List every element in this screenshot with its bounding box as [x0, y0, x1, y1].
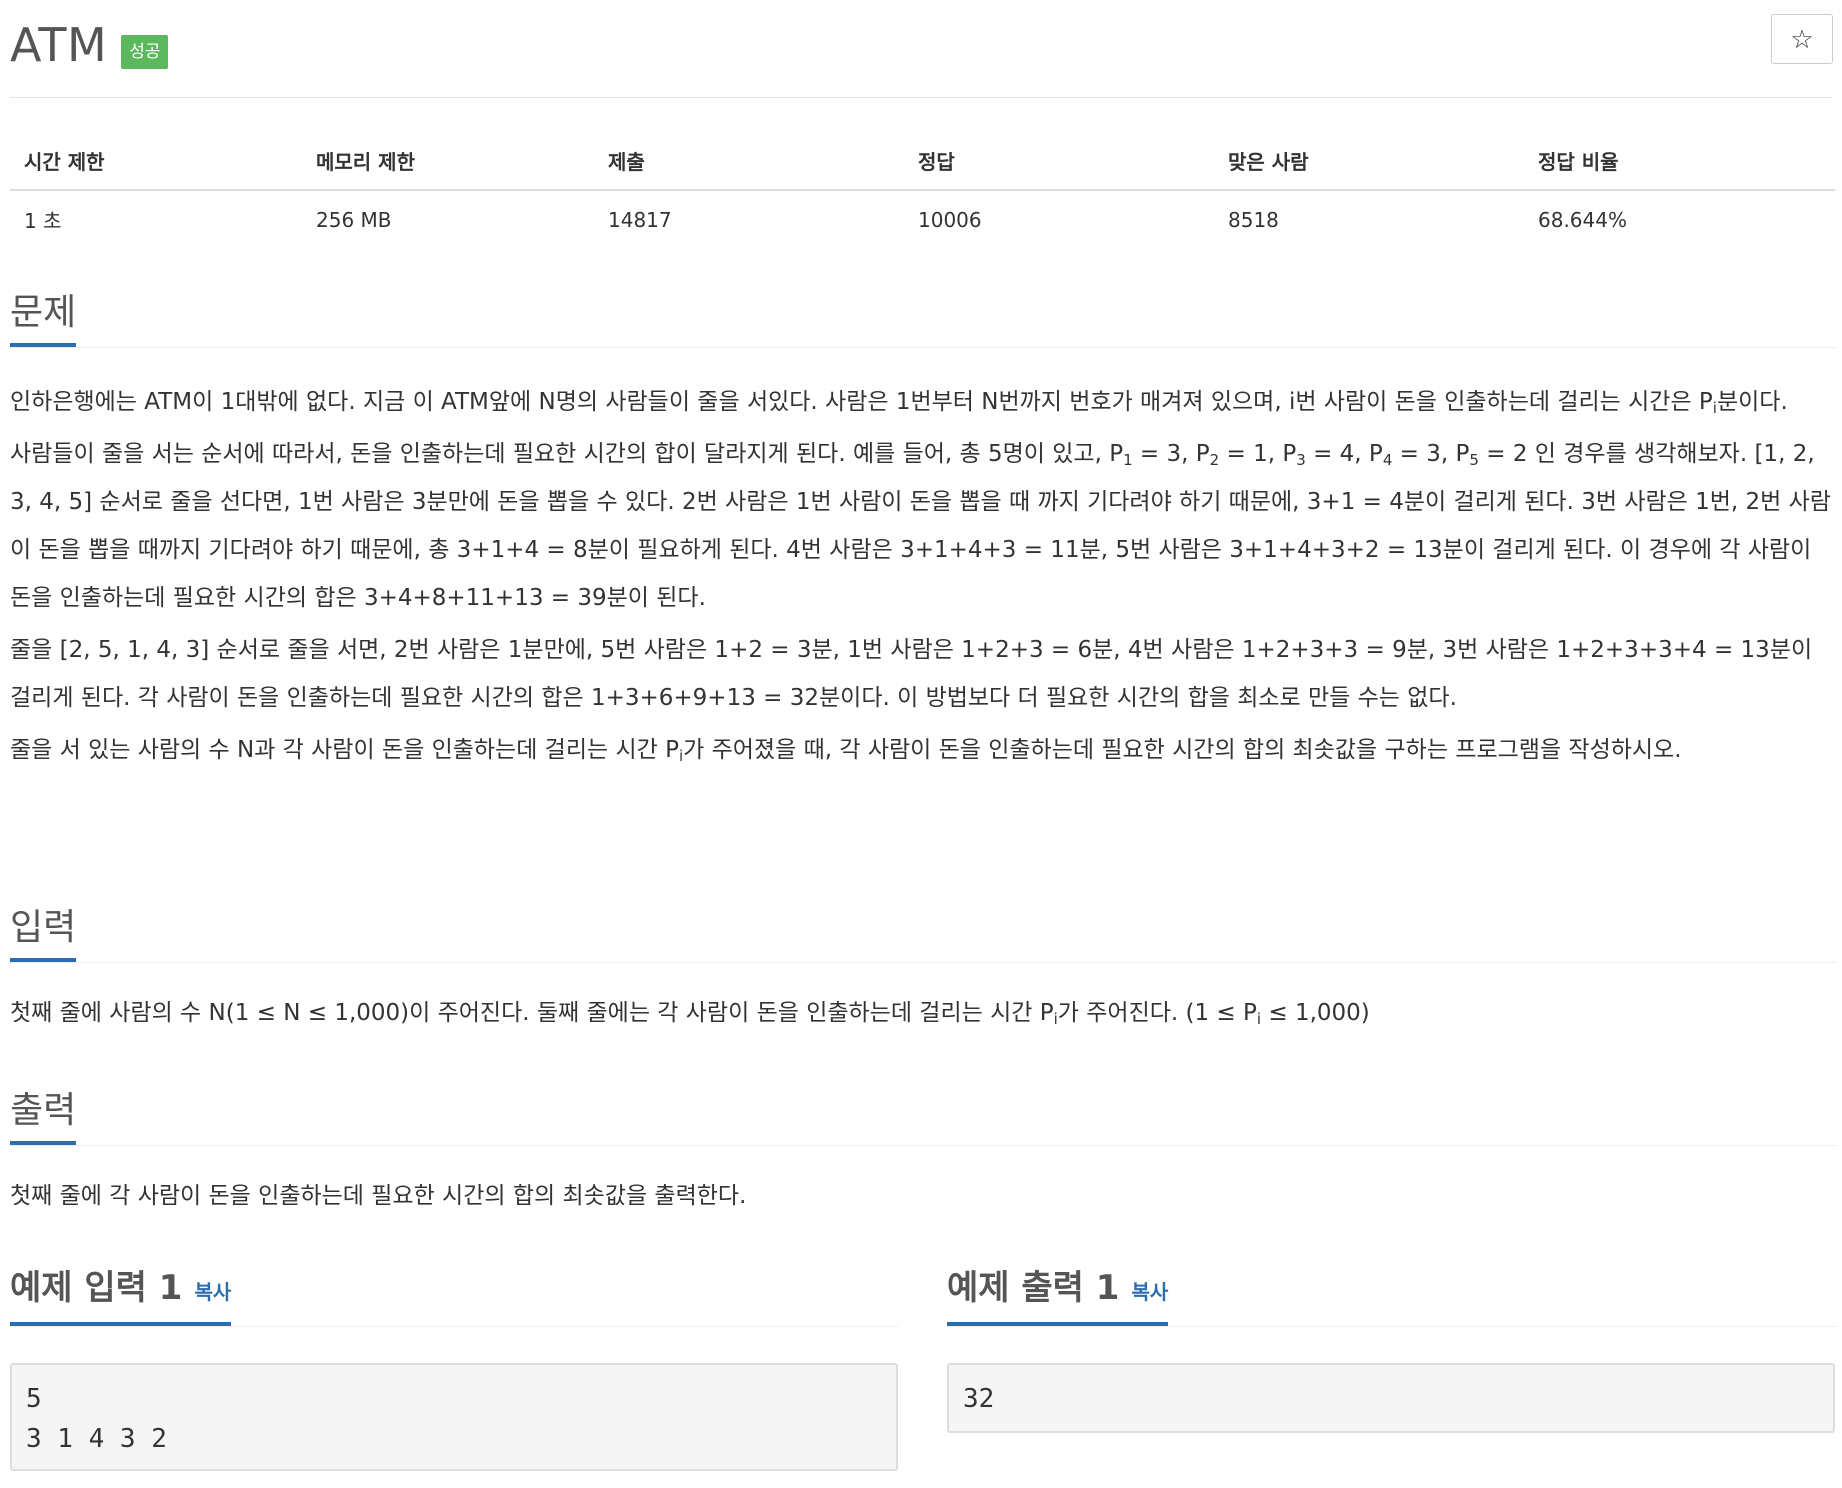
- value-solved-users: 8518: [1228, 207, 1279, 232]
- table-row: 1 초 256 MB 14817 10006 8518 68.644%: [10, 190, 1835, 248]
- value-accept-ratio: 68.644%: [1538, 207, 1627, 232]
- input-description: 첫째 줄에 사람의 수 N(1 ≤ N ≤ 1,000)이 주어진다. 둘째 줄…: [10, 1000, 1370, 1028]
- star-icon: ☆: [1790, 23, 1814, 54]
- output-section: 출력 첫째 줄에 각 사람이 돈을 인출하는데 필요한 시간의 합의 최솟값을 …: [10, 1088, 1835, 1224]
- problem-description: 인하은행에는 ATM이 1대밖에 없다. 지금 이 ATM앞에 N명의 사람들이…: [10, 348, 1835, 774]
- header-time-limit: 시간 제한: [10, 130, 302, 191]
- problem-paragraph-1: 인하은행에는 ATM이 1대밖에 없다. 지금 이 ATM앞에 N명의 사람들이…: [10, 389, 1788, 417]
- sample-output-box[interactable]: 32: [947, 1363, 1835, 1433]
- copy-sample-input-link[interactable]: 복사: [194, 1280, 231, 1304]
- sample-input-box[interactable]: 5 3 1 4 3 2: [10, 1363, 898, 1471]
- value-time-limit: 1 초: [24, 209, 62, 233]
- header-solved-users: 맞은 사람: [1214, 130, 1524, 191]
- sample-output-title: 예제 출력 1 복사: [947, 1266, 1169, 1326]
- sample-output-head: 예제 출력 1 복사: [947, 1255, 1835, 1327]
- input-section-title: 입력: [10, 906, 77, 962]
- page-title: ATM: [10, 18, 108, 72]
- value-submissions: 14817: [608, 207, 672, 232]
- value-memory-limit: 256 MB: [316, 207, 392, 232]
- header-submissions: 제출: [594, 130, 904, 191]
- header-accepted: 정답: [904, 130, 1214, 191]
- output-section-title: 출력: [10, 1089, 77, 1145]
- star-button[interactable]: ☆: [1771, 14, 1833, 64]
- input-section: 입력 첫째 줄에 사람의 수 N(1 ≤ N ≤ 1,000)이 주어진다. 둘…: [10, 905, 1835, 1041]
- title-row: ATM 성공: [10, 10, 169, 80]
- sample-output-section: 예제 출력 1 복사 32: [947, 1255, 1835, 1433]
- header-accept-ratio: 정답 비율: [1524, 130, 1835, 191]
- sample-input-section: 예제 입력 1 복사 5 3 1 4 3 2: [10, 1255, 898, 1471]
- problem-section-head: 문제: [10, 290, 1835, 348]
- problem-paragraph-2: 사람들이 줄을 서는 순서에 따라서, 돈을 인출하는데 필요한 시간의 합이 …: [10, 441, 1831, 611]
- input-section-head: 입력: [10, 905, 1835, 963]
- problem-section-title: 문제: [10, 291, 77, 347]
- copy-sample-output-link[interactable]: 복사: [1131, 1280, 1168, 1304]
- value-accepted: 10006: [918, 207, 982, 232]
- table-header-row: 시간 제한 메모리 제한 제출 정답 맞은 사람 정답 비율: [10, 130, 1835, 191]
- sample-input-head: 예제 입력 1 복사: [10, 1255, 898, 1327]
- status-badge: 성공: [121, 35, 169, 69]
- problem-info-table: 시간 제한 메모리 제한 제출 정답 맞은 사람 정답 비율 1 초 256 M…: [10, 130, 1835, 248]
- problem-paragraph-3: 줄을 [2, 5, 1, 4, 3] 순서로 줄을 서면, 2번 사람은 1분만…: [10, 637, 1813, 711]
- sample-input-title: 예제 입력 1 복사: [10, 1266, 232, 1326]
- problem-section: 문제 인하은행에는 ATM이 1대밖에 없다. 지금 이 ATM앞에 N명의 사…: [10, 290, 1835, 778]
- output-description: 첫째 줄에 각 사람이 돈을 인출하는데 필요한 시간의 합의 최솟값을 출력한…: [10, 1183, 747, 1209]
- problem-paragraph-4: 줄을 서 있는 사람의 수 N과 각 사람이 돈을 인출하는데 걸리는 시간 P…: [10, 737, 1682, 765]
- header-memory-limit: 메모리 제한: [302, 130, 594, 191]
- title-divider: [10, 97, 1832, 98]
- output-section-head: 출력: [10, 1088, 1835, 1146]
